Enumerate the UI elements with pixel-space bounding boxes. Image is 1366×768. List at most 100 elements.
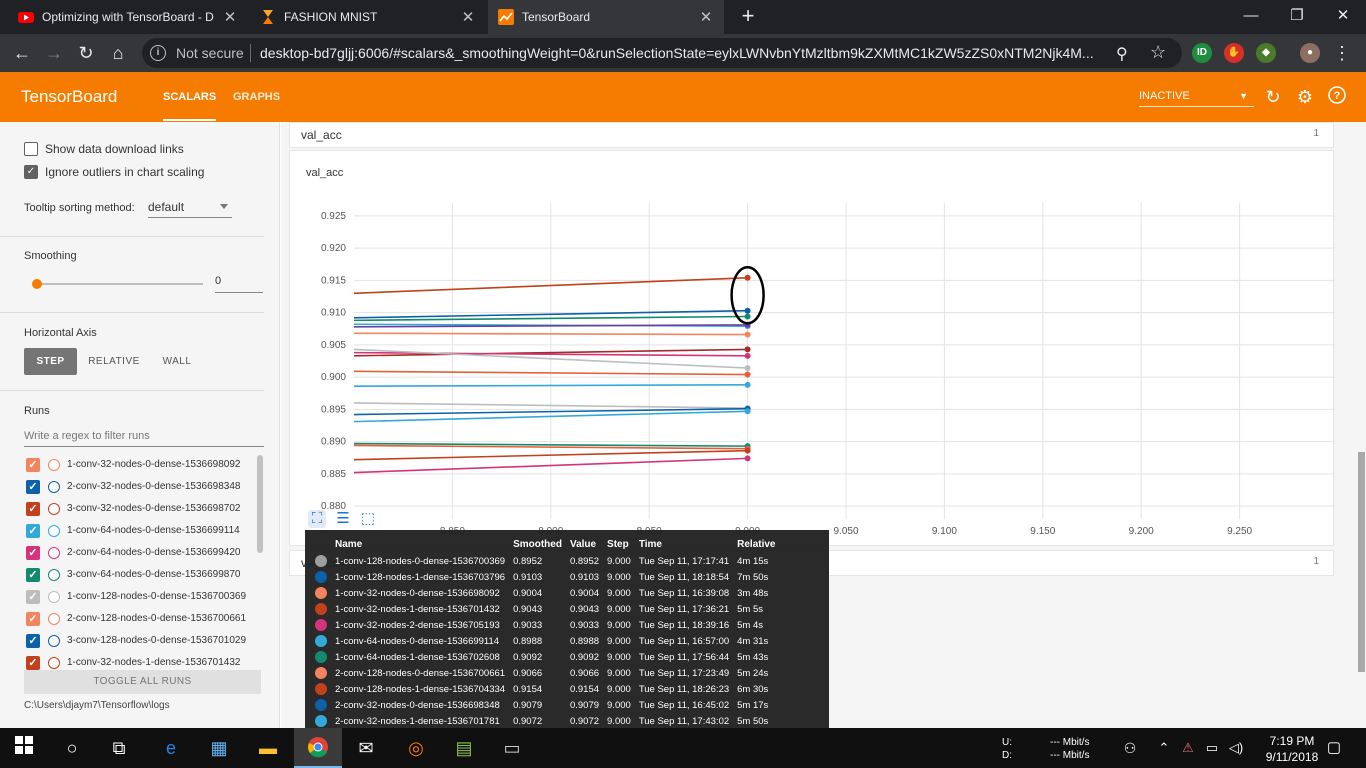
run-color-swatch[interactable] — [48, 547, 60, 559]
window-close-button[interactable]: ✕ — [1320, 4, 1366, 28]
close-icon[interactable]: ✕ — [698, 8, 714, 26]
help-icon[interactable]: ? — [1326, 86, 1348, 108]
run-checkbox[interactable]: ✓ — [26, 634, 40, 648]
address-bar[interactable]: i Not secure desktop-bd7gljj:6006/#scala… — [142, 38, 1182, 68]
run-row[interactable]: ✓ 3-conv-32-nodes-0-dense-1536698702 — [24, 499, 260, 521]
run-color-swatch[interactable] — [48, 591, 60, 603]
run-row[interactable]: ✓ 3-conv-128-nodes-0-dense-1536701029 — [24, 631, 260, 653]
clock[interactable]: 7:19 PM 9/11/2018 — [1262, 733, 1322, 765]
browser-tab-youtube[interactable]: Optimizing with TensorBoard - D ✕ — [8, 0, 248, 34]
volume-icon[interactable]: ◁) — [1224, 736, 1248, 760]
control-panel-icon[interactable]: ▦ — [207, 736, 231, 760]
browser-tab-fashion-mnist[interactable]: FASHION MNIST ✕ — [250, 0, 486, 34]
home-icon[interactable]: ⌂ — [106, 41, 130, 65]
run-checkbox[interactable]: ✓ — [26, 612, 40, 626]
smoothing-slider-handle[interactable] — [32, 279, 42, 289]
back-icon[interactable]: ← — [10, 41, 34, 65]
runs-scrollbar[interactable] — [257, 455, 263, 553]
tooltip-cell-relative: 4m 31s — [737, 635, 769, 647]
run-color-swatch[interactable] — [48, 525, 60, 537]
axis-wall-button[interactable]: WALL — [154, 348, 200, 375]
minimize-button[interactable]: — — [1228, 4, 1274, 28]
run-color-swatch[interactable] — [48, 635, 60, 647]
people-icon[interactable]: ⚇ — [1118, 736, 1142, 760]
forward-icon[interactable]: → — [42, 41, 66, 65]
reload-icon[interactable]: ↻ — [74, 41, 98, 65]
show-download-links-checkbox[interactable] — [24, 142, 38, 156]
run-color-swatch[interactable] — [48, 481, 60, 493]
chrome-icon[interactable] — [306, 736, 330, 760]
run-row[interactable]: ✓ 2-conv-32-nodes-0-dense-1536698348 — [24, 477, 260, 499]
ignore-outliers-checkbox[interactable]: ✓ — [24, 165, 38, 179]
clock-date: 9/11/2018 — [1265, 750, 1319, 764]
refresh-icon[interactable]: ↻ — [1262, 86, 1284, 108]
run-row[interactable]: ✓ 1-conv-128-nodes-0-dense-1536700369 — [24, 587, 260, 609]
toggle-all-runs-button[interactable]: TOGGLE ALL RUNS — [24, 670, 261, 694]
profile-avatar[interactable]: ● — [1300, 43, 1320, 63]
tab-scalars[interactable]: SCALARS — [163, 91, 217, 121]
edge-browser-icon[interactable]: e — [159, 736, 183, 760]
run-color-swatch[interactable] — [48, 503, 60, 515]
settings-gear-icon[interactable]: ⚙ — [1294, 86, 1316, 108]
run-checkbox[interactable]: ✓ — [26, 524, 40, 538]
run-checkbox[interactable]: ✓ — [26, 458, 40, 472]
run-color-swatch[interactable] — [48, 613, 60, 625]
tab-graphs[interactable]: GRAPHS — [233, 91, 280, 103]
run-color-swatch[interactable] — [48, 569, 60, 581]
run-row[interactable]: ✓ 1-conv-64-nodes-0-dense-1536699114 — [24, 521, 260, 543]
run-row[interactable]: ✓ 1-conv-32-nodes-0-dense-1536698092 — [24, 455, 260, 477]
info-icon[interactable]: i — [150, 45, 166, 61]
terminal-icon[interactable]: ▭ — [500, 736, 524, 760]
category-header[interactable]: val_acc 1 — [289, 122, 1334, 148]
expand-chart-icon[interactable]: ⬚ — [359, 510, 377, 528]
close-icon[interactable]: ✕ — [460, 8, 476, 26]
new-tab-button[interactable]: + — [736, 5, 760, 29]
run-color-swatch[interactable] — [48, 459, 60, 471]
run-row[interactable]: ✓ 3-conv-64-nodes-0-dense-1536699870 — [24, 565, 260, 587]
battery-icon[interactable]: ▭ — [1200, 736, 1224, 760]
extension-icon[interactable]: ID — [1192, 43, 1212, 63]
browser-tab-tensorboard[interactable]: TensorBoard ✕ — [488, 0, 724, 34]
file-explorer-icon[interactable]: ▬ — [256, 736, 280, 760]
extension-icon[interactable]: ◆ — [1256, 43, 1276, 63]
extension-icon[interactable]: ✋ — [1224, 43, 1244, 63]
toggle-log-scale-icon[interactable]: ☰ — [334, 510, 352, 528]
axis-relative-button[interactable]: RELATIVE — [84, 348, 144, 375]
runs-filter-input[interactable]: Write a regex to filter runs — [24, 427, 264, 447]
close-icon[interactable]: ✕ — [222, 8, 238, 26]
network-status-icon[interactable]: ⚠ — [1176, 736, 1200, 760]
tray-chevron-up-icon[interactable]: ⌃ — [1152, 736, 1176, 760]
run-row[interactable]: ✓ 2-conv-128-nodes-0-dense-1536700661 — [24, 609, 260, 631]
notification-icon[interactable]: ▢ — [1322, 736, 1346, 760]
run-checkbox[interactable]: ✓ — [26, 546, 40, 560]
bookmark-star-icon[interactable]: ☆ — [1150, 42, 1166, 63]
smoothing-slider-track[interactable] — [36, 283, 203, 285]
spreadsheet-icon[interactable]: ▤ — [452, 736, 476, 760]
jupyter-icon[interactable]: ◎ — [404, 736, 428, 760]
search-icon[interactable]: ○ — [60, 736, 84, 760]
url-text[interactable]: desktop-bd7gljj:6006/#scalars&_smoothing… — [260, 45, 1100, 61]
run-checkbox[interactable]: ✓ — [26, 568, 40, 582]
run-checkbox[interactable]: ✓ — [26, 590, 40, 604]
tooltip-color-dot — [315, 555, 327, 567]
run-checkbox[interactable]: ✓ — [26, 480, 40, 494]
restore-button[interactable]: ❐ — [1274, 4, 1320, 28]
task-view-icon[interactable]: ⧉ — [107, 736, 131, 760]
page-scrollbar[interactable] — [1358, 452, 1365, 672]
menu-icon[interactable]: ⋮ — [1330, 41, 1354, 65]
windows-start-icon[interactable] — [12, 736, 36, 760]
run-checkbox[interactable]: ✓ — [26, 502, 40, 516]
run-row[interactable]: ✓ 1-conv-32-nodes-1-dense-1536701432 — [24, 653, 260, 671]
status-dropdown[interactable]: INACTIVE ▼ — [1139, 85, 1254, 107]
run-color-swatch[interactable] — [48, 657, 60, 669]
fit-domain-icon[interactable]: ⛶ — [308, 510, 326, 528]
run-checkbox[interactable]: ✓ — [26, 656, 40, 670]
smoothing-input[interactable]: 0 — [215, 275, 263, 293]
zoom-icon[interactable]: ⚲ — [1116, 44, 1128, 64]
tooltip-sorting-select[interactable]: default — [148, 198, 232, 218]
val-acc-chart[interactable]: 8.8508.9008.9509.0009.0509.1009.1509.200… — [290, 151, 1335, 547]
screen: Optimizing with TensorBoard - D ✕ FASHIO… — [0, 0, 1366, 768]
mail-icon[interactable]: ✉ — [354, 736, 378, 760]
axis-step-button[interactable]: STEP — [24, 348, 77, 375]
run-row[interactable]: ✓ 2-conv-64-nodes-0-dense-1536699420 — [24, 543, 260, 565]
